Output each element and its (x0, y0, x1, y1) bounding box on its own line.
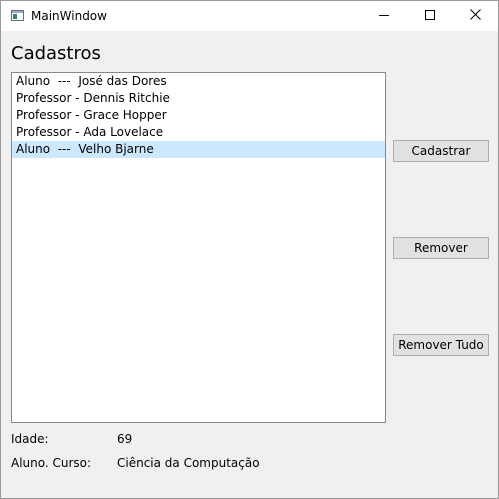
cadastrar-button[interactable]: Cadastrar (393, 140, 489, 162)
close-button[interactable] (452, 1, 498, 31)
list-item-selected[interactable]: Aluno --- Velho Bjarne (12, 141, 385, 158)
window-title: MainWindow (31, 9, 107, 23)
idade-value: 69 (117, 432, 133, 446)
curso-value: Ciência da Computação (117, 456, 260, 470)
list-item[interactable]: Professor - Ada Lovelace (12, 124, 385, 141)
idade-label: Idade: (11, 432, 49, 446)
list-item[interactable]: Aluno --- José das Dores (12, 73, 385, 90)
minimize-icon (379, 9, 389, 23)
remover-tudo-button[interactable]: Remover Tudo (393, 334, 489, 356)
list-item[interactable]: Professor - Dennis Ritchie (12, 90, 385, 107)
remover-button[interactable]: Remover (393, 237, 489, 259)
maximize-button[interactable] (407, 1, 453, 31)
minimize-button[interactable] (361, 1, 407, 31)
list-item[interactable]: Professor - Grace Hopper (12, 107, 385, 124)
page-title: Cadastros (11, 43, 101, 64)
curso-label: Aluno. Curso: (11, 456, 92, 470)
title-bar[interactable]: MainWindow (1, 1, 498, 31)
close-icon (469, 9, 481, 23)
app-window-icon (11, 10, 24, 21)
maximize-icon (425, 9, 435, 23)
main-window: MainWindow Cadastros Aluno --- José das … (0, 0, 499, 499)
cadastros-list[interactable]: Aluno --- José das Dores Professor - Den… (11, 72, 386, 423)
